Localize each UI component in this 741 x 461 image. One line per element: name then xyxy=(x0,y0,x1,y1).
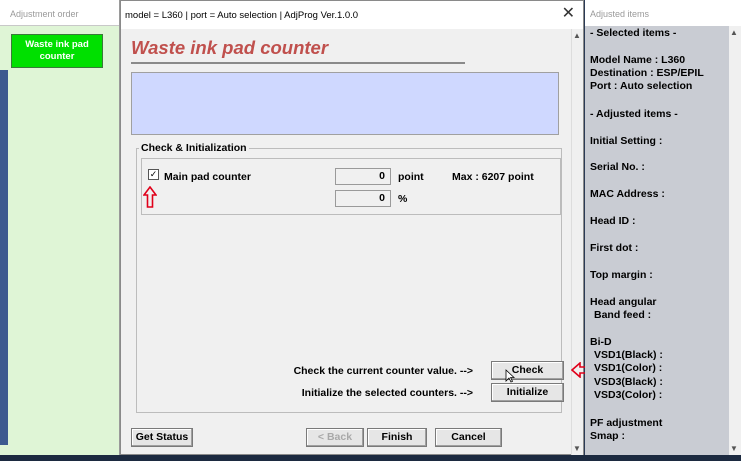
adjusted-item: - Selected items - xyxy=(590,27,677,39)
adjusted-item: MAC Address : xyxy=(590,188,665,200)
left-pane-strip xyxy=(0,70,8,445)
adjusted-item: VSD1(Black) : xyxy=(594,349,663,361)
heading-underline xyxy=(131,62,465,64)
adjusted-item: Bi-D xyxy=(590,336,612,348)
adjustment-order-title: Adjustment order xyxy=(0,0,119,26)
main-pad-label: Main pad counter xyxy=(164,171,251,183)
finish-button[interactable]: Finish xyxy=(367,428,427,447)
dialog-titlebar: model = L360 | port = Auto selection | A… xyxy=(121,1,583,29)
scroll-up-icon[interactable]: ▲ xyxy=(730,28,738,37)
initialize-hint-text: Initialize the selected counters. --> xyxy=(301,387,473,399)
red-up-arrow-icon xyxy=(143,186,157,208)
page-heading: Waste ink pad counter xyxy=(131,37,329,58)
adjustment-order-item-waste-ink[interactable]: Waste ink pad counter xyxy=(11,34,103,68)
adjustment-order-pane: Adjustment order Waste ink pad counter xyxy=(0,0,120,455)
adjusted-item: Head angular xyxy=(590,296,657,308)
percent-unit-label: % xyxy=(398,193,408,205)
check-hint-text: Check the current counter value. --> xyxy=(293,365,473,377)
get-status-button[interactable]: Get Status xyxy=(131,428,193,447)
adjusted-item: Serial No. : xyxy=(590,161,645,173)
point-unit-label: point xyxy=(398,171,424,183)
check-button[interactable]: Check xyxy=(491,361,564,380)
mouse-cursor-icon xyxy=(505,369,515,383)
adjusted-item: Model Name : L360 xyxy=(590,54,686,66)
adjusted-item: Head ID : xyxy=(590,215,636,227)
adjusted-item: - Adjusted items - xyxy=(590,108,678,120)
taskbar xyxy=(0,455,741,461)
initialize-button[interactable]: Initialize xyxy=(491,383,564,402)
adjusted-item: Initial Setting : xyxy=(590,135,663,147)
scroll-down-icon[interactable]: ▼ xyxy=(573,444,581,453)
max-point-label: Max : 6207 point xyxy=(452,171,534,183)
adjusted-item: Band feed : xyxy=(594,309,652,321)
dialog-scrollbar[interactable]: ▲ ▼ xyxy=(571,29,583,455)
info-textbox xyxy=(131,72,559,135)
back-button[interactable]: < Back xyxy=(306,428,364,447)
adjusted-item: VSD1(Color) : xyxy=(594,362,663,374)
adjprog-dialog: model = L360 | port = Auto selection | A… xyxy=(120,0,584,455)
adjusted-item: Port : Auto selection xyxy=(590,80,693,92)
check-init-group-title: Check & Initialization xyxy=(139,142,249,154)
adjusted-item: Smap : xyxy=(590,430,626,442)
dialog-title: model = L360 | port = Auto selection | A… xyxy=(125,10,359,21)
point-value-field: 0 xyxy=(335,168,391,185)
close-icon[interactable]: ✕ xyxy=(562,5,575,23)
adjusted-item: Destination : ESP/EPIL xyxy=(590,67,704,79)
percent-value-field: 0 xyxy=(335,190,391,207)
adjusted-item: VSD3(Black) : xyxy=(594,376,663,388)
adjusted-items-scrollbar[interactable]: ▲ ▼ xyxy=(729,26,741,455)
adjusted-item: First dot : xyxy=(590,242,639,254)
cancel-button[interactable]: Cancel xyxy=(435,428,502,447)
adjusted-item: VSD3(Color) : xyxy=(594,389,663,401)
adjusted-items-pane: Adjusted items - Selected items - Model … xyxy=(585,0,741,455)
adjusted-items-title: Adjusted items xyxy=(585,0,741,26)
scroll-up-icon[interactable]: ▲ xyxy=(573,31,581,40)
main-pad-checkbox[interactable]: ✓ xyxy=(148,169,159,180)
scroll-down-icon[interactable]: ▼ xyxy=(730,444,738,453)
adjusted-item: Top margin : xyxy=(590,269,653,281)
adjusted-item: PF adjustment xyxy=(590,417,663,429)
